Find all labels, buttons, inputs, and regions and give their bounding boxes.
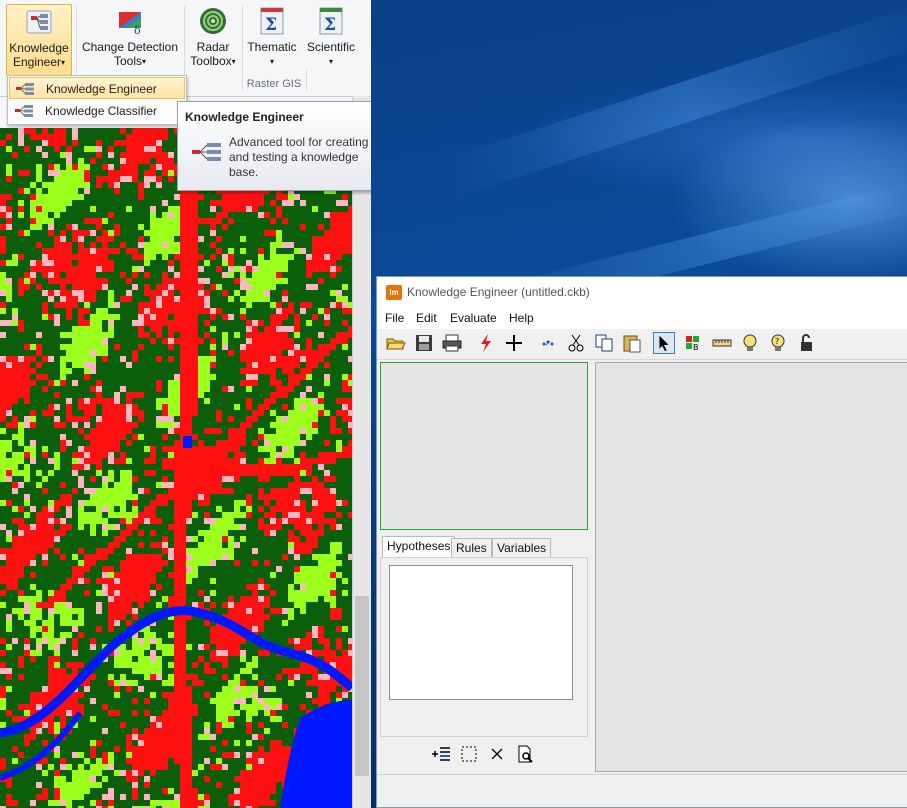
scientific-label: Scientific xyxy=(306,40,356,54)
radar-icon xyxy=(197,6,229,36)
radar-toolbox-button[interactable]: Radar Toolbox▾ xyxy=(186,4,240,74)
menu-evaluate[interactable]: Evaluate xyxy=(450,311,497,325)
menu-file[interactable]: File xyxy=(385,311,404,325)
matrix-ab-icon[interactable]: B xyxy=(683,332,705,354)
ke-toolbar: B ? xyxy=(377,329,907,360)
knowledge-engineer-tooltip-icon xyxy=(192,143,221,161)
ruler-icon[interactable] xyxy=(711,332,733,354)
ribbon-separator xyxy=(306,70,307,90)
select-arrow-icon[interactable] xyxy=(653,332,675,354)
dropdown-caret-icon: ▾ xyxy=(328,56,333,66)
tab-strip: Hypotheses Rules Variables xyxy=(380,536,588,558)
select-region-icon[interactable] xyxy=(458,743,480,765)
change-detection-label-line1: Change Detection xyxy=(81,40,179,54)
cut-scissors-icon[interactable] xyxy=(565,332,587,354)
radar-label-line1: Radar xyxy=(196,40,230,54)
menu-edit[interactable]: Edit xyxy=(416,311,437,325)
knowledge-engineer-label-line2: Engineer xyxy=(12,55,62,69)
add-list-item-icon[interactable] xyxy=(430,743,452,765)
unlock-icon[interactable] xyxy=(795,332,817,354)
print-icon[interactable] xyxy=(441,332,463,354)
menu-bar: File Edit Evaluate Help xyxy=(377,307,907,329)
knowledge-base-editor-canvas[interactable] xyxy=(595,362,907,772)
hypotheses-panel xyxy=(380,557,588,737)
dropdown-caret-icon: ▾ xyxy=(231,56,236,66)
tab-hypotheses[interactable]: Hypotheses xyxy=(382,536,456,557)
menu-item-label: Knowledge Engineer xyxy=(46,82,157,96)
radar-label-line2: Toolbox xyxy=(190,54,232,68)
lightbulb-question-icon[interactable]: ? xyxy=(767,332,789,354)
lightning-run-icon[interactable] xyxy=(475,332,497,354)
change-detection-icon: δ xyxy=(114,6,146,37)
scientific-sigma-icon: Σ xyxy=(315,6,347,36)
delete-x-icon[interactable] xyxy=(486,743,508,765)
menu-help[interactable]: Help xyxy=(509,311,534,325)
ribbon-separator xyxy=(242,6,243,90)
window-title-bar[interactable]: Im Knowledge Engineer (untitled.ckb) xyxy=(377,277,907,307)
menu-item-knowledge-classifier[interactable]: Knowledge Classifier xyxy=(9,100,185,122)
find-document-icon[interactable] xyxy=(514,743,536,765)
imagine-main-window: Knowledge Engineer▾ δ Change Detection T… xyxy=(0,0,371,808)
open-folder-icon[interactable] xyxy=(385,332,407,354)
dropdown-caret-icon: ▾ xyxy=(269,56,274,66)
add-plus-icon[interactable] xyxy=(503,332,525,354)
svg-text:B: B xyxy=(693,343,699,352)
copy-icon[interactable] xyxy=(593,332,615,354)
knowledge-engineer-window: Im Knowledge Engineer (untitled.ckb) Fil… xyxy=(376,276,907,808)
pointer-dots-icon[interactable] xyxy=(537,332,559,354)
ribbon-group-label: Raster GIS xyxy=(246,78,302,90)
tooltip-body: Advanced tool for creating and testing a… xyxy=(229,135,369,179)
knowledge-engineer-icon xyxy=(23,7,55,37)
thematic-label: Thematic xyxy=(247,40,297,54)
list-toolbar xyxy=(380,737,588,773)
svg-text:δ: δ xyxy=(134,24,141,36)
knowledge-engineer-label-line1: Knowledge xyxy=(9,41,69,55)
thematic-sigma-icon: Σ xyxy=(256,6,288,36)
dropdown-caret-icon: ▾ xyxy=(61,57,66,67)
classified-map-viewer[interactable] xyxy=(0,128,355,808)
knowledge-engineer-tooltip: Knowledge Engineer Advanced tool for cre… xyxy=(177,101,371,191)
svg-text:?: ? xyxy=(775,337,779,346)
menu-item-knowledge-engineer[interactable]: Knowledge Engineer xyxy=(9,77,185,99)
knowledge-engineer-dropdown-menu: Knowledge Engineer Knowledge Classifier xyxy=(7,75,187,125)
scrollbar-thumb[interactable] xyxy=(355,596,369,776)
knowledge-engineer-ribbon-button[interactable]: Knowledge Engineer▾ xyxy=(6,4,72,76)
paste-icon[interactable] xyxy=(621,332,643,354)
knowledge-engineer-small-icon xyxy=(16,83,34,95)
knowledge-classifier-small-icon xyxy=(15,105,33,117)
tab-rules[interactable]: Rules xyxy=(451,538,492,557)
lightbulb-icon[interactable] xyxy=(739,332,761,354)
window-title: Knowledge Engineer (untitled.ckb) xyxy=(407,285,590,299)
change-detection-label-line2: Tools xyxy=(113,54,142,68)
save-icon[interactable] xyxy=(413,332,435,354)
land-cover-map xyxy=(0,128,355,808)
change-detection-tools-button[interactable]: δ Change Detection Tools▾ xyxy=(80,4,180,74)
tab-variables[interactable]: Variables xyxy=(492,538,552,557)
menu-item-label: Knowledge Classifier xyxy=(45,104,158,118)
scientific-button[interactable]: Σ Scientific ▾ xyxy=(302,4,360,74)
knowledge-tree-overview-panel[interactable] xyxy=(380,362,588,530)
svg-text:Σ: Σ xyxy=(265,15,277,35)
dropdown-caret-icon: ▾ xyxy=(142,56,147,66)
wallpaper-light-beam xyxy=(437,0,907,200)
status-bar xyxy=(377,774,907,795)
thematic-button[interactable]: Σ Thematic ▾ xyxy=(244,4,300,74)
hypotheses-list[interactable] xyxy=(389,565,573,700)
svg-text:Σ: Σ xyxy=(324,15,336,35)
tooltip-title: Knowledge Engineer xyxy=(185,110,304,124)
imagine-logo-icon: Im xyxy=(386,285,402,300)
viewer-vertical-scrollbar[interactable] xyxy=(352,96,371,808)
